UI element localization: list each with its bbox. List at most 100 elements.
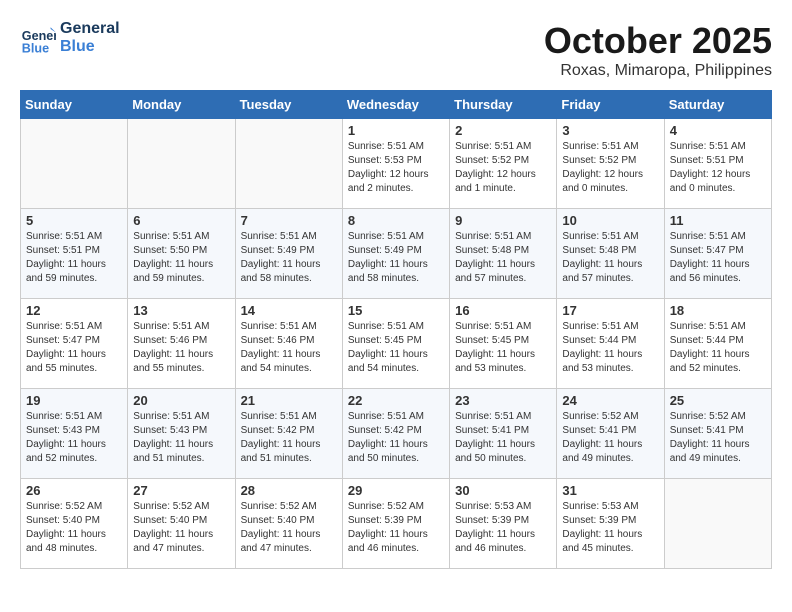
day-number: 8	[348, 213, 444, 228]
logo-general: General	[60, 20, 120, 38]
day-number: 13	[133, 303, 229, 318]
logo: General Blue General Blue	[20, 20, 120, 56]
calendar-week-row: 26 Sunrise: 5:52 AM Sunset: 5:40 PM Dayli…	[21, 479, 772, 569]
calendar-cell: 18 Sunrise: 5:51 AM Sunset: 5:44 PM Dayli…	[664, 299, 771, 389]
calendar-cell: 19 Sunrise: 5:51 AM Sunset: 5:43 PM Dayli…	[21, 389, 128, 479]
calendar-table: SundayMondayTuesdayWednesdayThursdayFrid…	[20, 90, 772, 569]
weekday-header: Friday	[557, 91, 664, 119]
page-header: General Blue General Blue October 2025 R…	[20, 20, 772, 80]
day-info: Sunrise: 5:52 AM Sunset: 5:39 PM Dayligh…	[348, 500, 444, 556]
weekday-header: Monday	[128, 91, 235, 119]
day-number: 18	[670, 303, 766, 318]
day-info: Sunrise: 5:51 AM Sunset: 5:52 PM Dayligh…	[455, 140, 551, 196]
calendar-cell: 15 Sunrise: 5:51 AM Sunset: 5:45 PM Dayli…	[342, 299, 449, 389]
calendar-cell: 6 Sunrise: 5:51 AM Sunset: 5:50 PM Daylig…	[128, 209, 235, 299]
day-info: Sunrise: 5:51 AM Sunset: 5:44 PM Dayligh…	[670, 320, 766, 376]
svg-text:Blue: Blue	[22, 41, 49, 55]
day-info: Sunrise: 5:51 AM Sunset: 5:43 PM Dayligh…	[26, 410, 122, 466]
day-number: 1	[348, 123, 444, 138]
day-info: Sunrise: 5:51 AM Sunset: 5:47 PM Dayligh…	[670, 230, 766, 286]
day-info: Sunrise: 5:51 AM Sunset: 5:51 PM Dayligh…	[670, 140, 766, 196]
day-number: 7	[241, 213, 337, 228]
day-number: 10	[562, 213, 658, 228]
day-number: 23	[455, 393, 551, 408]
weekday-header: Tuesday	[235, 91, 342, 119]
day-info: Sunrise: 5:51 AM Sunset: 5:51 PM Dayligh…	[26, 230, 122, 286]
calendar-week-row: 12 Sunrise: 5:51 AM Sunset: 5:47 PM Dayli…	[21, 299, 772, 389]
day-info: Sunrise: 5:51 AM Sunset: 5:50 PM Dayligh…	[133, 230, 229, 286]
day-number: 22	[348, 393, 444, 408]
weekday-header-row: SundayMondayTuesdayWednesdayThursdayFrid…	[21, 91, 772, 119]
calendar-cell: 8 Sunrise: 5:51 AM Sunset: 5:49 PM Daylig…	[342, 209, 449, 299]
day-number: 28	[241, 483, 337, 498]
day-info: Sunrise: 5:51 AM Sunset: 5:41 PM Dayligh…	[455, 410, 551, 466]
day-info: Sunrise: 5:51 AM Sunset: 5:42 PM Dayligh…	[241, 410, 337, 466]
calendar-cell: 13 Sunrise: 5:51 AM Sunset: 5:46 PM Dayli…	[128, 299, 235, 389]
day-info: Sunrise: 5:53 AM Sunset: 5:39 PM Dayligh…	[562, 500, 658, 556]
calendar-week-row: 19 Sunrise: 5:51 AM Sunset: 5:43 PM Dayli…	[21, 389, 772, 479]
day-info: Sunrise: 5:53 AM Sunset: 5:39 PM Dayligh…	[455, 500, 551, 556]
weekday-header: Thursday	[450, 91, 557, 119]
calendar-cell: 26 Sunrise: 5:52 AM Sunset: 5:40 PM Dayli…	[21, 479, 128, 569]
calendar-cell	[664, 479, 771, 569]
calendar-cell: 29 Sunrise: 5:52 AM Sunset: 5:39 PM Dayli…	[342, 479, 449, 569]
calendar-cell: 5Sunrise: 5:51 AM Sunset: 5:51 PM Daylig…	[21, 209, 128, 299]
calendar-week-row: 1 Sunrise: 5:51 AM Sunset: 5:53 PM Daylig…	[21, 119, 772, 209]
location: Roxas, Mimaropa, Philippines	[544, 62, 772, 80]
day-number: 19	[26, 393, 122, 408]
day-info: Sunrise: 5:51 AM Sunset: 5:47 PM Dayligh…	[26, 320, 122, 376]
day-info: Sunrise: 5:51 AM Sunset: 5:48 PM Dayligh…	[562, 230, 658, 286]
calendar-cell: 3 Sunrise: 5:51 AM Sunset: 5:52 PM Daylig…	[557, 119, 664, 209]
calendar-cell: 7 Sunrise: 5:51 AM Sunset: 5:49 PM Daylig…	[235, 209, 342, 299]
calendar-cell: 28 Sunrise: 5:52 AM Sunset: 5:40 PM Dayli…	[235, 479, 342, 569]
day-info: Sunrise: 5:52 AM Sunset: 5:40 PM Dayligh…	[133, 500, 229, 556]
calendar-cell	[21, 119, 128, 209]
day-number: 14	[241, 303, 337, 318]
calendar-cell: 14 Sunrise: 5:51 AM Sunset: 5:46 PM Dayli…	[235, 299, 342, 389]
day-info: Sunrise: 5:51 AM Sunset: 5:53 PM Dayligh…	[348, 140, 444, 196]
calendar-cell: 24 Sunrise: 5:52 AM Sunset: 5:41 PM Dayli…	[557, 389, 664, 479]
day-info: Sunrise: 5:51 AM Sunset: 5:43 PM Dayligh…	[133, 410, 229, 466]
calendar-cell	[128, 119, 235, 209]
day-info: Sunrise: 5:52 AM Sunset: 5:40 PM Dayligh…	[26, 500, 122, 556]
day-info: Sunrise: 5:51 AM Sunset: 5:52 PM Dayligh…	[562, 140, 658, 196]
calendar-cell: 27 Sunrise: 5:52 AM Sunset: 5:40 PM Dayli…	[128, 479, 235, 569]
calendar-cell: 23 Sunrise: 5:51 AM Sunset: 5:41 PM Dayli…	[450, 389, 557, 479]
day-info: Sunrise: 5:51 AM Sunset: 5:48 PM Dayligh…	[455, 230, 551, 286]
day-number: 4	[670, 123, 766, 138]
day-number: 24	[562, 393, 658, 408]
calendar-cell: 22 Sunrise: 5:51 AM Sunset: 5:42 PM Dayli…	[342, 389, 449, 479]
calendar-cell	[235, 119, 342, 209]
day-number: 3	[562, 123, 658, 138]
weekday-header: Sunday	[21, 91, 128, 119]
day-number: 2	[455, 123, 551, 138]
calendar-cell: 1 Sunrise: 5:51 AM Sunset: 5:53 PM Daylig…	[342, 119, 449, 209]
day-info: Sunrise: 5:51 AM Sunset: 5:42 PM Dayligh…	[348, 410, 444, 466]
title-block: October 2025 Roxas, Mimaropa, Philippine…	[544, 20, 772, 80]
day-number: 21	[241, 393, 337, 408]
day-info: Sunrise: 5:52 AM Sunset: 5:41 PM Dayligh…	[670, 410, 766, 466]
day-number: 11	[670, 213, 766, 228]
day-info: Sunrise: 5:51 AM Sunset: 5:46 PM Dayligh…	[133, 320, 229, 376]
logo-blue: Blue	[60, 38, 120, 56]
calendar-week-row: 5Sunrise: 5:51 AM Sunset: 5:51 PM Daylig…	[21, 209, 772, 299]
calendar-cell: 2 Sunrise: 5:51 AM Sunset: 5:52 PM Daylig…	[450, 119, 557, 209]
day-number: 12	[26, 303, 122, 318]
day-info: Sunrise: 5:51 AM Sunset: 5:49 PM Dayligh…	[348, 230, 444, 286]
calendar-cell: 12 Sunrise: 5:51 AM Sunset: 5:47 PM Dayli…	[21, 299, 128, 389]
day-number: 27	[133, 483, 229, 498]
day-info: Sunrise: 5:52 AM Sunset: 5:40 PM Dayligh…	[241, 500, 337, 556]
day-info: Sunrise: 5:51 AM Sunset: 5:49 PM Dayligh…	[241, 230, 337, 286]
weekday-header: Wednesday	[342, 91, 449, 119]
day-number: 6	[133, 213, 229, 228]
day-info: Sunrise: 5:52 AM Sunset: 5:41 PM Dayligh…	[562, 410, 658, 466]
day-info: Sunrise: 5:51 AM Sunset: 5:45 PM Dayligh…	[348, 320, 444, 376]
day-number: 25	[670, 393, 766, 408]
day-number: 15	[348, 303, 444, 318]
day-info: Sunrise: 5:51 AM Sunset: 5:46 PM Dayligh…	[241, 320, 337, 376]
day-number: 29	[348, 483, 444, 498]
calendar-cell: 4 Sunrise: 5:51 AM Sunset: 5:51 PM Daylig…	[664, 119, 771, 209]
day-info: Sunrise: 5:51 AM Sunset: 5:44 PM Dayligh…	[562, 320, 658, 376]
calendar-cell: 25 Sunrise: 5:52 AM Sunset: 5:41 PM Dayli…	[664, 389, 771, 479]
day-number: 26	[26, 483, 122, 498]
